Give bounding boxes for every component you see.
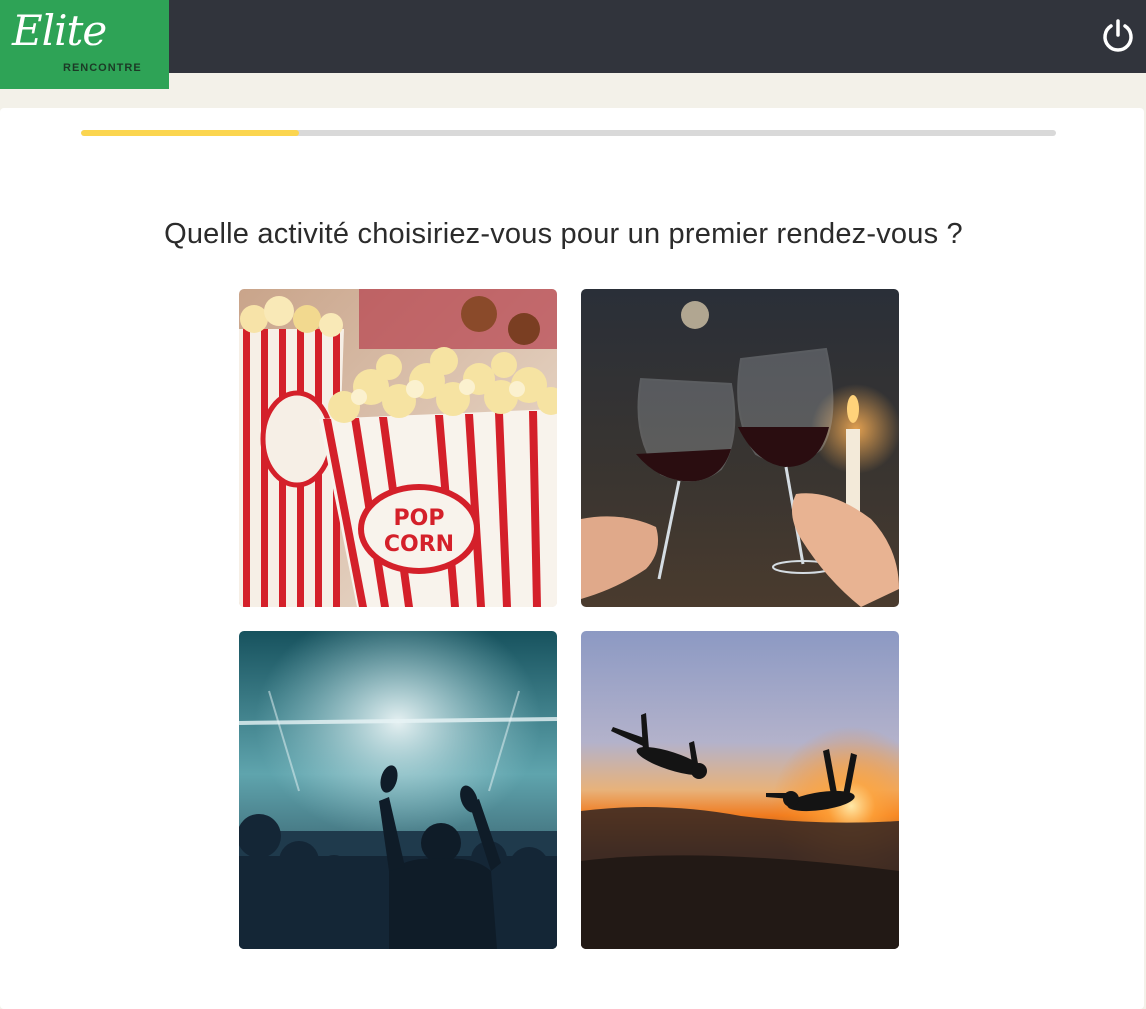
concert-crowd-image: [239, 631, 557, 949]
option-skydiving[interactable]: [581, 631, 899, 949]
question-title: Quelle activité choisiriez-vous pour un …: [164, 218, 963, 250]
progress-bar: [81, 130, 1056, 136]
power-icon[interactable]: [1100, 18, 1136, 54]
option-concert[interactable]: [239, 631, 557, 949]
cinema-popcorn-image: POP CORN: [239, 289, 557, 607]
elite-rencontre-logo[interactable]: Elite RENCONTRE: [0, 0, 169, 89]
progress-fill: [81, 130, 300, 136]
logo-script: Elite: [12, 6, 107, 55]
skydiving-sunset-image: [581, 631, 899, 949]
wine-toast-image: [581, 289, 899, 607]
option-popcorn[interactable]: POP CORN: [239, 289, 557, 607]
popcorn-text-pop: POP: [394, 506, 445, 531]
logo-subtitle: RENCONTRE: [63, 62, 142, 74]
popcorn-text-corn: CORN: [384, 532, 454, 557]
option-wine[interactable]: [581, 289, 899, 607]
top-bar: [0, 0, 1146, 73]
